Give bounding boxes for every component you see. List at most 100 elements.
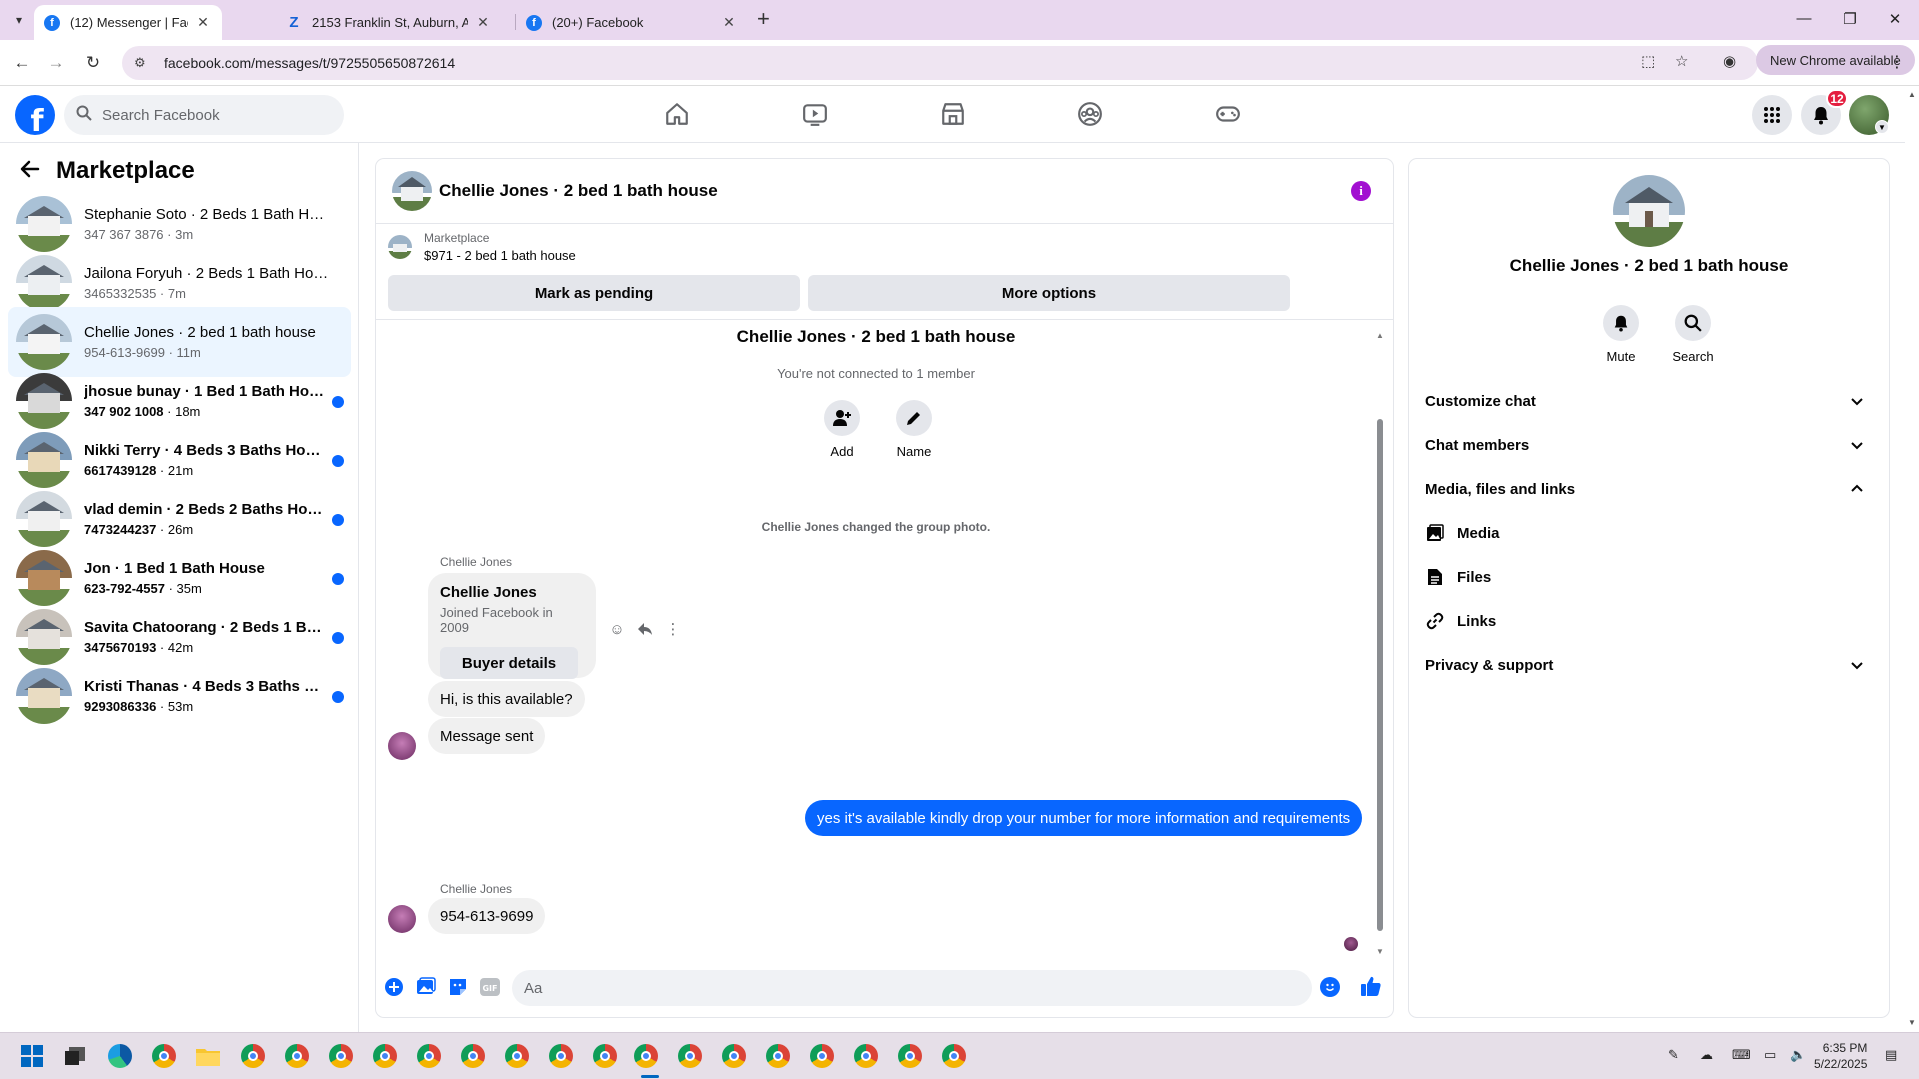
listing-summary[interactable]: Marketplace $971 - 2 bed 1 bath house [388,231,576,263]
tab-messenger[interactable]: f (12) Messenger | Facebook ✕ [34,5,222,40]
chat-members-section[interactable]: Chat members [1425,423,1881,467]
windows-start-icon[interactable] [18,1042,46,1070]
chrome-profile-icon[interactable] [896,1042,924,1070]
search-in-chat-button[interactable]: Search [1663,305,1723,364]
chrome-profile-icon[interactable] [852,1042,880,1070]
edge-browser-icon[interactable] [106,1042,134,1070]
chrome-profile-icon[interactable] [940,1042,968,1070]
chat-avatar[interactable] [392,171,432,211]
message-bubble[interactable]: Hi, is this available? [428,681,585,717]
scrollbar-thumb[interactable] [1377,419,1383,931]
chrome-profile-icon[interactable] [371,1042,399,1070]
chrome-profile-icon[interactable] [547,1042,575,1070]
chrome-icon[interactable] [150,1042,178,1070]
chrome-profile-icon[interactable] [808,1042,836,1070]
gif-icon[interactable]: GIF [480,977,500,997]
address-bar[interactable]: ⚙ facebook.com/messages/t/97255056508726… [122,46,1758,80]
close-tab-icon[interactable]: ✕ [720,14,738,31]
chrome-profile-icon[interactable] [327,1042,355,1070]
facebook-logo-icon[interactable]: f [15,95,55,135]
minimize-icon[interactable]: — [1789,10,1819,27]
react-emoji-icon[interactable]: ☺ [607,619,627,639]
message-bubble[interactable]: Message sent [428,718,546,754]
chrome-profile-icon[interactable] [239,1042,267,1070]
buyer-details-button[interactable]: Buyer details [440,647,578,679]
mark-as-pending-button[interactable]: Mark as pending [388,275,800,311]
gaming-icon[interactable] [1212,98,1244,130]
my-message-bubble[interactable]: yes it's available kindly drop your numb… [805,800,1363,836]
scroll-down-icon[interactable]: ▼ [1375,947,1385,956]
chrome-profile-icon[interactable] [676,1042,704,1070]
sender-avatar[interactable] [388,732,416,760]
scroll-up-icon[interactable]: ▲ [1908,90,1916,99]
links-item[interactable]: Links [1425,599,1881,643]
chat-profile-photo[interactable] [1613,175,1685,247]
site-info-icon[interactable]: ⚙ [134,55,150,71]
reload-icon[interactable]: ↻ [81,51,105,75]
back-icon[interactable]: ← [10,51,34,75]
network-icon[interactable]: ▭ [1764,1047,1776,1063]
scroll-up-icon[interactable]: ▲ [1375,331,1385,340]
tab-facebook[interactable]: f (20+) Facebook ✕ [516,5,748,40]
chat-title[interactable]: Chellie Jones · 2 bed 1 bath house [439,181,718,201]
chrome-profile-icon[interactable] [415,1042,443,1070]
home-icon[interactable] [661,98,693,130]
chrome-profile-icon[interactable] [764,1042,792,1070]
media-files-links-section[interactable]: Media, files and links [1425,467,1881,511]
facebook-search[interactable] [64,95,344,135]
more-actions-icon[interactable]: ⋮ [663,619,683,639]
chrome-profile-icon[interactable] [720,1042,748,1070]
install-app-icon[interactable]: ⬚ [1641,52,1655,70]
reply-icon[interactable] [635,619,655,639]
close-window-icon[interactable]: ✕ [1880,10,1910,28]
pen-icon[interactable]: ✎ [1668,1047,1679,1063]
forward-icon[interactable]: → [44,51,68,75]
chrome-profile-icon[interactable] [283,1042,311,1070]
marketplace-icon[interactable] [937,98,969,130]
chat-scrollbar[interactable]: ▲ ▼ [1375,331,1385,957]
volume-icon[interactable]: 🔈 [1790,1047,1806,1063]
sender-avatar[interactable] [388,905,416,933]
browser-menu-icon[interactable]: ⋮ [1889,52,1905,72]
system-clock[interactable]: 6:35 PM 5/22/2025 [1814,1040,1867,1072]
message-input[interactable] [524,979,1264,997]
keyboard-icon[interactable]: ⌨ [1732,1047,1751,1063]
close-tab-icon[interactable]: ✕ [474,14,492,31]
name-chat-button[interactable]: Name [884,400,944,459]
info-icon[interactable]: i [1351,181,1371,201]
conversation-item[interactable]: Kristi Thanas · 4 Beds 3 Baths Ho... 9293… [8,661,351,731]
profile-icon[interactable]: ◉ [1723,52,1736,70]
chrome-profile-icon[interactable] [459,1042,487,1070]
task-view-icon[interactable] [61,1042,89,1070]
tab-zillow[interactable]: Z 2153 Franklin St, Auburn, AL 36 ✕ [276,5,502,40]
search-input[interactable] [102,106,322,124]
page-scrollbar[interactable]: ▲ ▼ [1905,86,1919,1032]
chrome-profile-icon[interactable] [591,1042,619,1070]
add-member-button[interactable]: Add [812,400,872,459]
chrome-profile-icon[interactable] [503,1042,531,1070]
close-tab-icon[interactable]: ✕ [194,14,212,31]
plus-circle-icon[interactable] [384,977,404,997]
notification-center-icon[interactable]: ▤ [1885,1047,1897,1063]
media-item[interactable]: Media [1425,511,1881,555]
new-tab-button[interactable]: + [757,8,770,30]
chevron-down-icon[interactable]: ▼ [1875,120,1889,134]
message-bubble[interactable]: 954-613-9699 [428,898,546,934]
more-options-button[interactable]: More options [808,275,1290,311]
thumbs-up-icon[interactable] [1359,974,1383,998]
mute-button[interactable]: Mute [1591,305,1651,364]
chrome-profile-icon[interactable] [632,1042,660,1070]
back-arrow-icon[interactable] [20,159,40,184]
groups-icon[interactable] [1074,98,1106,130]
files-item[interactable]: Files [1425,555,1881,599]
cloud-offline-icon[interactable]: ☁ [1700,1047,1713,1063]
emoji-icon[interactable] [1320,977,1340,997]
bookmark-star-icon[interactable]: ☆ [1675,52,1688,70]
video-icon[interactable] [799,98,831,130]
scroll-down-icon[interactable]: ▼ [1908,1018,1916,1027]
menu-grid-button[interactable] [1752,95,1792,135]
privacy-support-section[interactable]: Privacy & support [1425,643,1881,687]
photo-icon[interactable] [416,977,436,997]
tab-search-button[interactable]: ▾ [8,9,30,31]
customize-chat-section[interactable]: Customize chat [1425,379,1881,423]
